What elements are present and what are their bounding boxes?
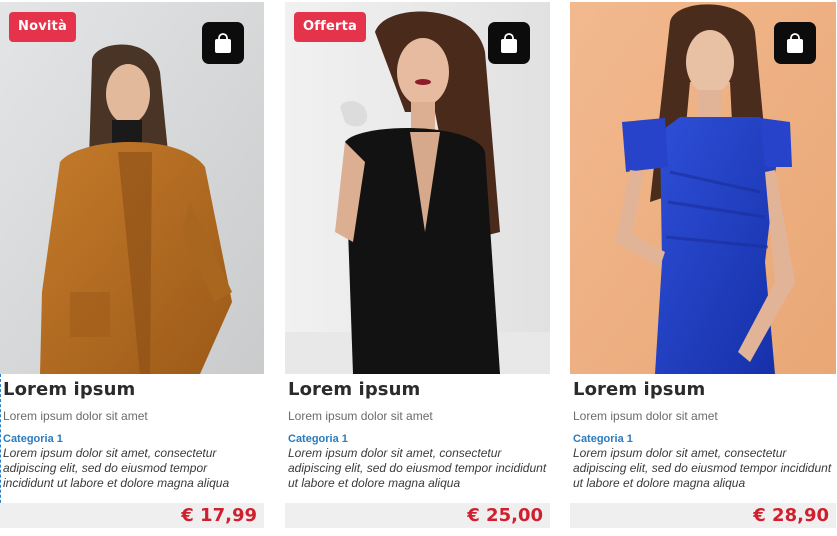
product-title[interactable]: Lorem ipsum bbox=[573, 378, 833, 402]
product-card[interactable]: Lorem ipsum Lorem ipsum dolor sit amet C… bbox=[570, 2, 836, 528]
offer-badge: Offerta bbox=[294, 12, 366, 42]
product-category-link[interactable]: Categoria 1 bbox=[573, 432, 833, 446]
product-grid: Novità Lorem ipsum Lorem ipsum dolor sit… bbox=[0, 2, 837, 534]
product-description: Lorem ipsum dolor sit amet, consectetur … bbox=[288, 446, 547, 490]
product-subtitle: Lorem ipsum dolor sit amet bbox=[288, 409, 433, 423]
product-description: Lorem ipsum dolor sit amet, consectetur … bbox=[573, 446, 832, 490]
new-badge: Novità bbox=[9, 12, 76, 42]
product-price: € 17,99 bbox=[181, 505, 257, 526]
product-info: Lorem ipsum Lorem ipsum dolor sit amet C… bbox=[285, 378, 550, 491]
price-bar: € 25,00 bbox=[285, 503, 550, 528]
product-subtitle: Lorem ipsum dolor sit amet bbox=[573, 409, 718, 423]
product-card[interactable]: Novità Lorem ipsum Lorem ipsum dolor sit… bbox=[0, 2, 264, 528]
product-image[interactable] bbox=[570, 2, 836, 374]
product-image[interactable]: Offerta bbox=[285, 2, 550, 374]
product-price: € 28,90 bbox=[753, 505, 829, 526]
price-bar: € 28,90 bbox=[570, 503, 836, 528]
shopping-bag-icon bbox=[501, 33, 517, 53]
price-bar: € 17,99 bbox=[0, 503, 264, 528]
product-category-link[interactable]: Categoria 1 bbox=[288, 432, 547, 446]
product-description: Lorem ipsum dolor sit amet, consectetur … bbox=[3, 446, 230, 490]
product-category-link[interactable]: Categoria 1 bbox=[3, 432, 261, 446]
shopping-bag-icon bbox=[787, 33, 803, 53]
add-to-cart-button[interactable] bbox=[202, 22, 244, 64]
shopping-bag-icon bbox=[215, 33, 231, 53]
product-title[interactable]: Lorem ipsum bbox=[3, 378, 261, 402]
product-image[interactable]: Novità bbox=[0, 2, 264, 374]
product-info: Lorem ipsum Lorem ipsum dolor sit amet C… bbox=[570, 378, 836, 491]
product-card[interactable]: Offerta Lorem ipsum Lorem ipsum dolor si… bbox=[285, 2, 550, 528]
product-info: Lorem ipsum Lorem ipsum dolor sit amet C… bbox=[0, 378, 264, 491]
product-subtitle: Lorem ipsum dolor sit amet bbox=[3, 409, 148, 423]
product-title[interactable]: Lorem ipsum bbox=[288, 378, 547, 402]
product-price: € 25,00 bbox=[467, 505, 543, 526]
add-to-cart-button[interactable] bbox=[488, 22, 530, 64]
add-to-cart-button[interactable] bbox=[774, 22, 816, 64]
